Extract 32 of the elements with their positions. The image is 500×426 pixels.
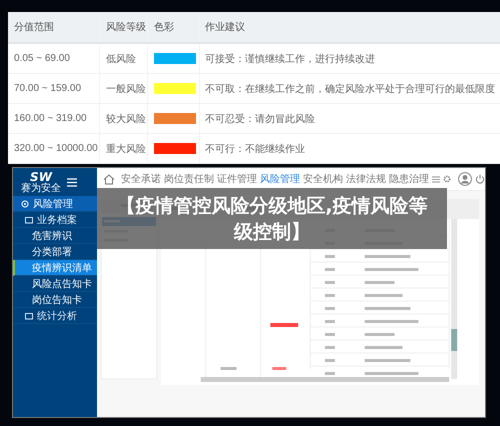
sidebar-item[interactable]: 风险管理 (13, 196, 97, 212)
nav-tab[interactable]: 法律法规 (346, 172, 386, 186)
logo-subtitle: 赛为安全 (21, 182, 61, 194)
column-header: 风险等级 (100, 12, 148, 42)
table-cell: 较大风险 (100, 104, 148, 133)
nav-tab[interactable]: 安全承诺 (121, 172, 161, 186)
table-cell: 320.00 ~ 10000.00 (8, 134, 100, 163)
table-cell: 160.00 ~ 319.00 (8, 104, 100, 133)
nav-tab[interactable]: 岗位责任制 (164, 172, 214, 186)
column-header: 色彩 (148, 12, 200, 42)
nav-tab[interactable]: 安全机构 (303, 172, 343, 186)
sidebar-item[interactable]: 疫情辨识清单 (13, 260, 97, 276)
table-cell-text: 不可行：不能继续作业 (204, 142, 306, 156)
nav-tab[interactable]: 证件管理 (217, 172, 257, 186)
table-cell: 70.00 ~ 159.00 (8, 74, 100, 103)
logo-text: SW (30, 170, 52, 182)
nav-tab[interactable]: 风险管理 (260, 172, 300, 186)
table-cell-text: 可接受：谨慎继续工作，进行持续改进 (204, 52, 376, 66)
table-cell: 一般风险 (100, 74, 148, 103)
home-icon[interactable] (103, 174, 115, 184)
column-header: 分值范围 (8, 12, 100, 42)
power-icon[interactable] (475, 174, 485, 184)
overlay-title: 【疫情管控风险分级地区,疫情风险等级控制】 (97, 188, 447, 249)
column-header: 作业建议 (204, 20, 246, 35)
table-cell: 0.05 ~ 69.00 (8, 44, 100, 73)
table-cell: 重大风险 (100, 134, 148, 163)
avatar-icon[interactable] (458, 172, 472, 186)
table-cell-text: 不可取：在继续工作之前，确定风险水平处于合理可行的最低限度 (204, 82, 496, 96)
table-cell-text: 不可忍受：请勿冒此风险 (204, 112, 316, 126)
nav-tab[interactable]: 隐患治理 (389, 172, 429, 186)
settings-icon[interactable] (443, 175, 451, 183)
table-cell: 低风险 (100, 44, 148, 73)
